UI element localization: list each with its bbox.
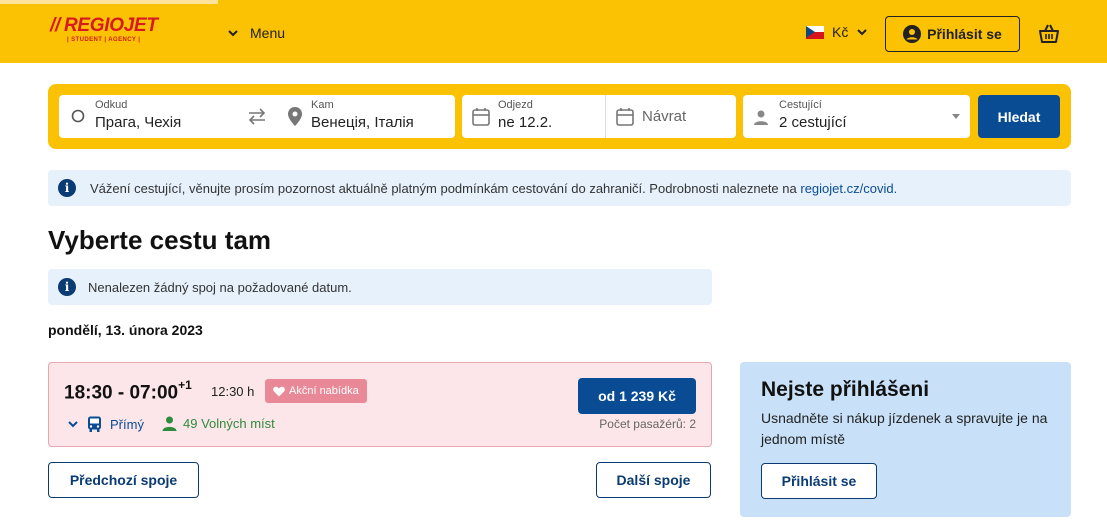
no-connection-notice: i Nenalezen žádný spoj na požadované dat… [48,269,712,305]
swap-icon[interactable] [247,108,267,125]
panel-login-button[interactable]: Přihlásit se [761,463,877,499]
logo-text: REGIOJET [63,15,158,36]
return-placeholder: Návrat [642,108,687,125]
trip-time-range: 18:30 - 07:00 [64,382,179,404]
to-field[interactable]: Kam Венеція, Італія [279,95,455,138]
login-panel-description: Usnadněte si nákup jízdenek a spravujte … [761,410,1048,447]
covid-notice: i Vážení cestující, věnujte prosím pozor… [48,170,1071,206]
trip-card[interactable]: 18:30 - 07:00+1 12:30 h Akční nabídka Př… [48,362,712,447]
promo-badge-label: Akční nabídka [289,385,359,397]
login-panel-title: Nejste přihlášeni [761,378,930,401]
departure-field[interactable]: Odjezd ne 12.2. [462,95,605,138]
currency-selector[interactable]: Kč [806,24,868,40]
regiojet-logo[interactable]: //REGIOJET | STUDENT | AGENCY | [50,16,158,44]
page-title: Vyberte cestu tam [48,225,272,255]
login-prompt-panel: Nejste přihlášeni Usnadněte si nákup jíz… [740,362,1071,517]
return-field[interactable]: Návrat [606,95,736,138]
from-field[interactable]: Odkud Прага, Чехія [59,95,239,138]
site-header: //REGIOJET | STUDENT | AGENCY | Menu Kč … [0,4,1107,63]
free-seats: 49 Volných míst [162,416,275,431]
info-icon: i [58,278,76,296]
menu-button[interactable]: Menu [226,25,285,41]
date-field: Odjezd ne 12.2. Návrat [462,95,736,138]
chevron-down-icon [228,30,238,37]
location-pin-icon [288,107,302,126]
search-bar: Odkud Прага, Чехія Kam Венеція, Італія O… [48,84,1071,149]
price-button[interactable]: od 1 239 Kč [578,378,696,414]
cart-button[interactable] [1038,24,1060,49]
promo-badge: Akční nabídka [265,379,367,403]
currency-label: Kč [832,24,849,40]
route-field: Odkud Прага, Чехія Kam Венеція, Італія [59,95,455,138]
departure-value: ne 12.2. [498,114,553,131]
calendar-icon [472,108,490,126]
from-label: Odkud [95,99,128,111]
login-button[interactable]: Přihlásit se [885,16,1020,52]
passengers-label: Cestující [779,99,822,111]
menu-label: Menu [250,25,286,41]
no-connection-text: Nenalezen žádný spoj na požadované datum… [88,279,352,295]
free-seats-label: 49 Volných míst [183,416,275,431]
previous-connections-button[interactable]: Předchozí spoje [48,462,199,498]
user-icon [903,25,922,43]
logo-subtitle: | STUDENT | AGENCY | [67,37,141,43]
trip-details-toggle[interactable]: Přímý [67,416,144,432]
heart-icon [273,386,285,396]
calendar-icon [616,108,634,126]
search-button[interactable]: Hledat [978,95,1060,138]
passengers-value: 2 cestující [779,114,847,131]
info-icon: i [58,179,76,197]
to-value: Венеція, Італія [311,114,414,131]
date-heading: pondělí, 13. února 2023 [48,322,203,338]
login-button-label: Přihlásit se [927,26,1002,42]
departure-label: Odjezd [498,99,533,111]
covid-text: Vážení cestující, věnujte prosím pozorno… [90,180,797,196]
from-value: Прага, Чехія [95,114,182,131]
basket-icon [1039,24,1059,43]
person-icon [162,416,177,431]
trip-type: Přímý [110,416,144,432]
logo-slashes: // [50,15,60,36]
trip-time: 18:30 - 07:00+1 [64,378,192,404]
passenger-count: Počet pasažérů: 2 [599,417,696,431]
logo-wordmark: //REGIOJET [50,16,158,36]
chevron-down-icon [857,29,868,36]
trip-duration: 12:30 h [211,384,255,399]
person-icon [754,110,768,125]
czech-flag-icon [806,25,824,39]
covid-link[interactable]: regiojet.cz/covid. [800,181,897,196]
bus-icon [88,416,101,432]
next-day-marker: +1 [178,378,192,392]
covid-notice-text: Vážení cestující, věnujte prosím pozorno… [90,181,897,196]
next-connections-button[interactable]: Další spoje [596,462,711,498]
to-label: Kam [311,99,334,111]
passengers-field[interactable]: Cestující 2 cestující [743,95,970,138]
circle-icon [71,109,85,123]
chevron-down-icon [68,421,78,428]
dropdown-caret-icon [952,114,960,119]
